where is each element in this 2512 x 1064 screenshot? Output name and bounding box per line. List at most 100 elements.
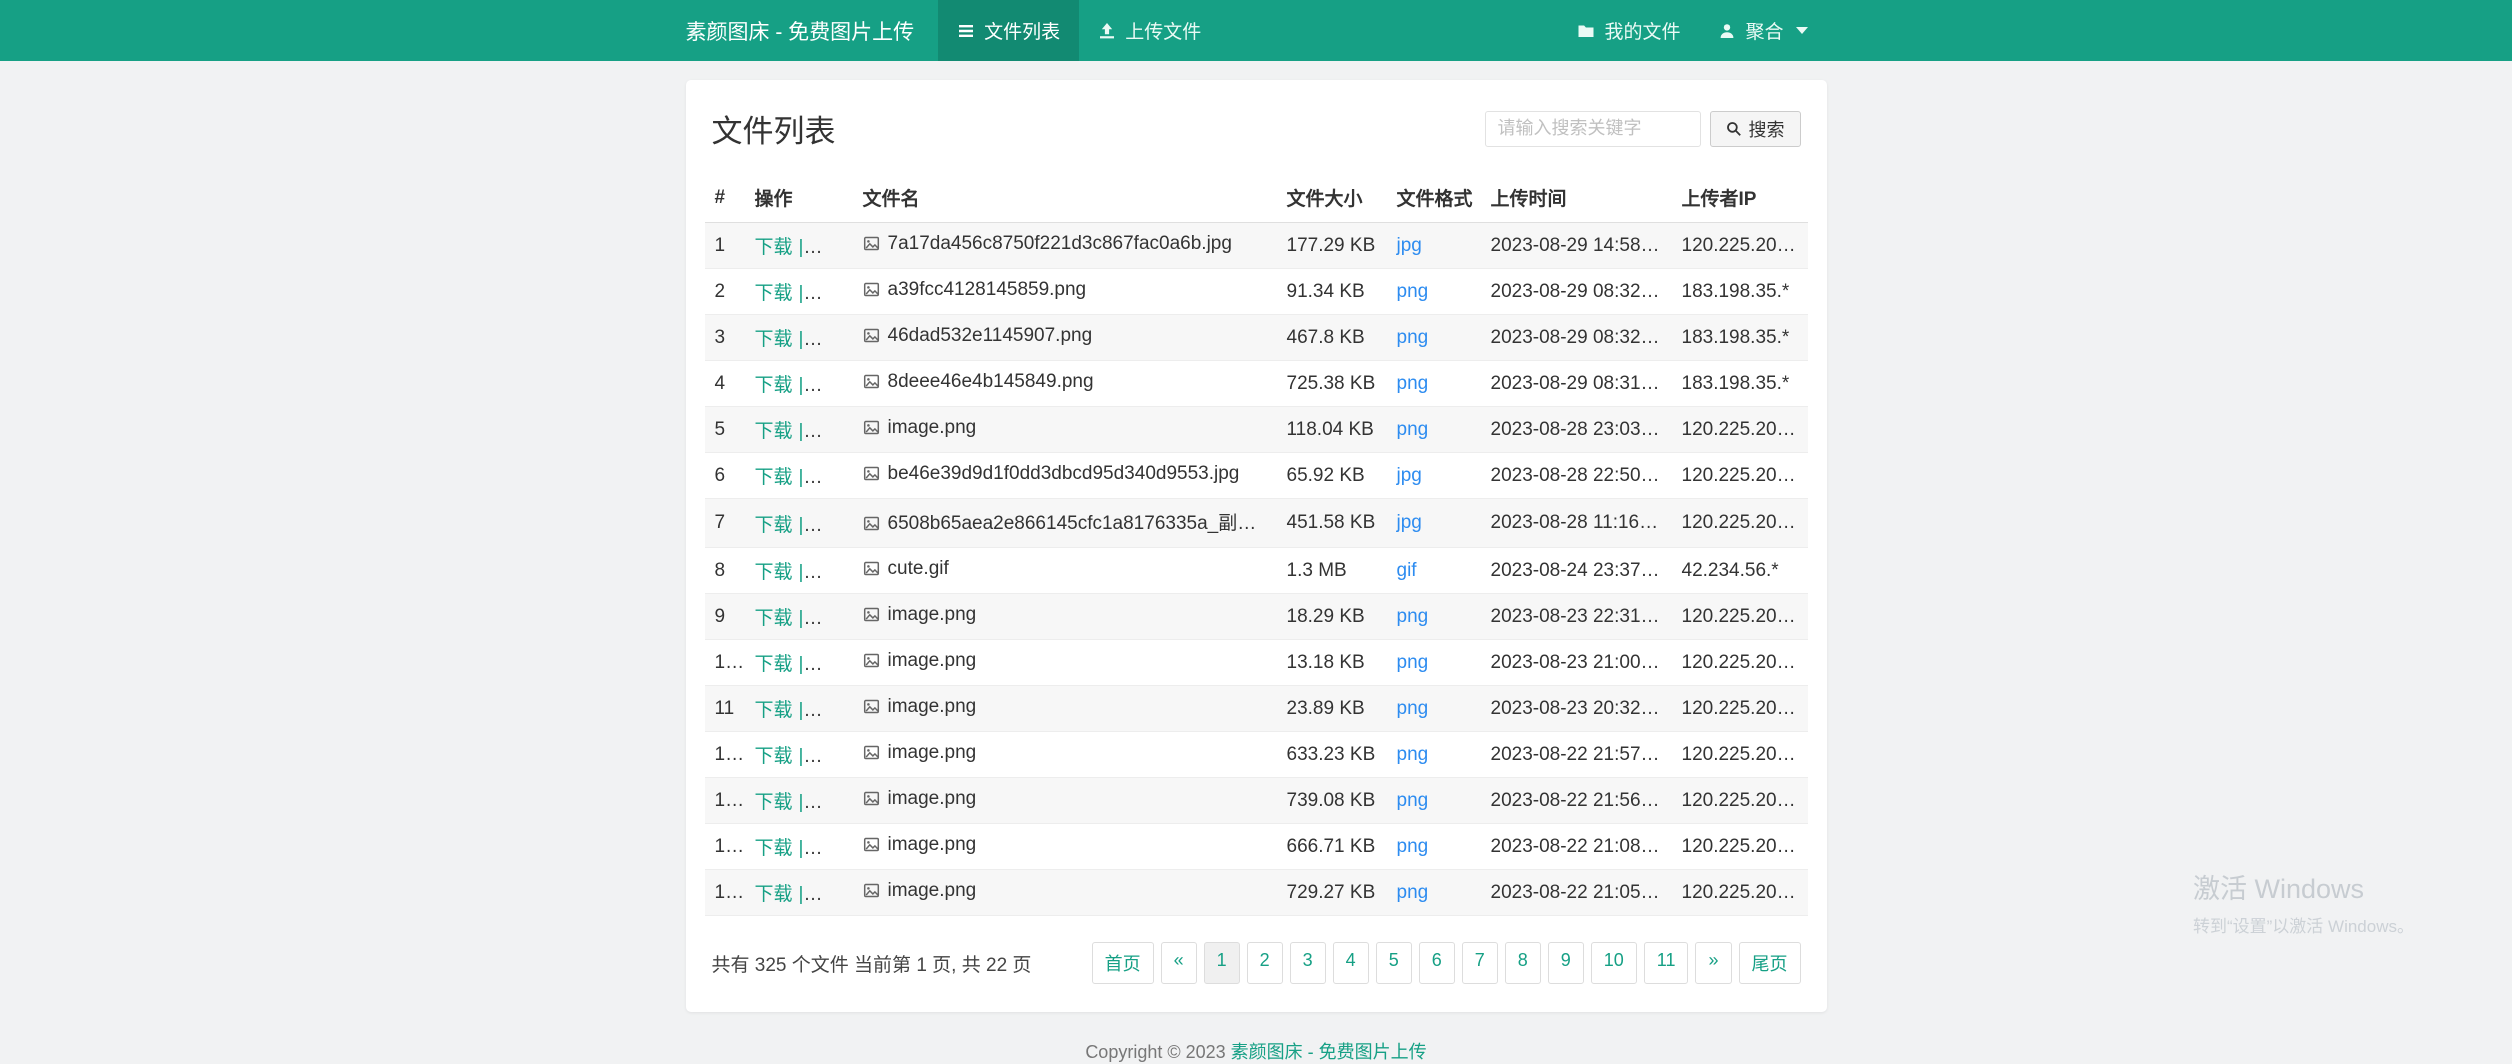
row-index: 14 <box>705 824 745 870</box>
file-format-link[interactable]: png <box>1397 281 1429 302</box>
upload-time: 2023-08-23 20:32:58 <box>1481 686 1672 732</box>
pagination-item[interactable]: 6 <box>1419 942 1455 984</box>
download-link[interactable]: 下载 <box>755 515 793 536</box>
file-format-link[interactable]: png <box>1397 419 1429 440</box>
pagination-item[interactable]: 1 <box>1204 942 1240 984</box>
file-format-link[interactable]: png <box>1397 836 1429 857</box>
brand[interactable]: 素颜图床 - 免费图片上传 <box>686 0 915 61</box>
uploader-ip: 120.225.201.* <box>1672 824 1808 870</box>
navbar: 素颜图床 - 免费图片上传 文件列表 上传文件 我的文件 <box>0 0 2512 61</box>
row-index: 2 <box>705 269 745 315</box>
download-link[interactable]: 下载 <box>755 654 793 675</box>
file-format-link[interactable]: png <box>1397 698 1429 719</box>
upload-time: 2023-08-29 08:32:39 <box>1481 315 1672 361</box>
file-size: 467.8 KB <box>1277 315 1387 361</box>
download-link[interactable]: 下载 <box>755 421 793 442</box>
table-row: 2 下载|查看 a39fcc4128145859.png 91.34 KB pn… <box>705 269 1808 315</box>
row-actions: 下载|查看 <box>745 686 853 732</box>
download-link[interactable]: 下载 <box>755 608 793 629</box>
uploader-ip: 183.198.35.* <box>1672 315 1808 361</box>
nav-item-aggregate-dropdown[interactable]: 聚合 <box>1699 0 1826 61</box>
col-header-filename: 文件名 <box>853 173 1277 223</box>
file-format-link[interactable]: png <box>1397 882 1429 903</box>
pagination-item[interactable]: 8 <box>1505 942 1541 984</box>
file-format-link[interactable]: png <box>1397 744 1429 765</box>
pagination-item[interactable]: 首页 <box>1092 942 1154 984</box>
file-format-link[interactable]: png <box>1397 790 1429 811</box>
download-link[interactable]: 下载 <box>755 700 793 721</box>
upload-time: 2023-08-22 21:05:18 <box>1481 870 1672 916</box>
nav-item-my-files[interactable]: 我的文件 <box>1558 0 1699 61</box>
file-format-link[interactable]: jpg <box>1397 512 1422 533</box>
pagination-item[interactable]: « <box>1161 942 1197 984</box>
row-format-cell: png <box>1387 686 1481 732</box>
search-input[interactable] <box>1485 111 1701 147</box>
image-file-icon <box>863 327 880 350</box>
download-link[interactable]: 下载 <box>755 375 793 396</box>
download-link[interactable]: 下载 <box>755 329 793 350</box>
upload-time: 2023-08-22 21:56:26 <box>1481 778 1672 824</box>
pagination-item[interactable]: 2 <box>1247 942 1283 984</box>
action-separator: | <box>799 515 804 536</box>
pagination-item[interactable]: 3 <box>1290 942 1326 984</box>
pagination-item[interactable]: 9 <box>1548 942 1584 984</box>
file-format-link[interactable]: png <box>1397 652 1429 673</box>
download-link[interactable]: 下载 <box>755 792 793 813</box>
image-file-icon <box>863 606 880 629</box>
uploader-ip: 120.225.201.* <box>1672 686 1808 732</box>
file-format-link[interactable]: png <box>1397 606 1429 627</box>
nav-item-label: 上传文件 <box>1125 17 1201 44</box>
pagination-item[interactable]: 11 <box>1644 942 1689 984</box>
nav-item-file-list[interactable]: 文件列表 <box>938 0 1079 61</box>
row-filename-cell: 6508b65aea2e866145cfc1a8176335a_副本.jpg <box>853 499 1277 548</box>
download-link[interactable]: 下载 <box>755 467 793 488</box>
pagination-item[interactable]: 7 <box>1462 942 1498 984</box>
file-name: image.png <box>888 696 977 717</box>
file-size: 118.04 KB <box>1277 407 1387 453</box>
download-link[interactable]: 下载 <box>755 562 793 583</box>
footer-site-link[interactable]: 素颜图床 - 免费图片上传 <box>1231 1042 1427 1062</box>
file-name: image.png <box>888 788 977 809</box>
nav-right: 我的文件 聚合 <box>1558 0 1826 61</box>
row-index: 6 <box>705 453 745 499</box>
upload-time: 2023-08-24 23:37:37 <box>1481 548 1672 594</box>
uploader-ip: 120.225.201.* <box>1672 594 1808 640</box>
nav-item-upload[interactable]: 上传文件 <box>1079 0 1220 61</box>
pagination-item[interactable]: 4 <box>1333 942 1369 984</box>
image-file-icon <box>863 373 880 396</box>
row-filename-cell: 8deee46e4b145849.png <box>853 361 1277 407</box>
pagination-item[interactable]: » <box>1695 942 1731 984</box>
search-button[interactable]: 搜索 <box>1710 111 1801 147</box>
file-size: 633.23 KB <box>1277 732 1387 778</box>
upload-time: 2023-08-28 11:16:32 <box>1481 499 1672 548</box>
file-format-link[interactable]: png <box>1397 327 1429 348</box>
file-size: 1.3 MB <box>1277 548 1387 594</box>
download-link[interactable]: 下载 <box>755 838 793 859</box>
file-format-link[interactable]: gif <box>1397 560 1417 581</box>
row-actions: 下载|查看 <box>745 732 853 778</box>
main-content: 文件列表 搜索 # 操作 文件名 <box>0 80 2512 1064</box>
download-link[interactable]: 下载 <box>755 237 793 258</box>
download-link[interactable]: 下载 <box>755 283 793 304</box>
image-file-icon <box>863 652 880 675</box>
pagination-item[interactable]: 尾页 <box>1739 942 1801 984</box>
row-index: 3 <box>705 315 745 361</box>
download-link[interactable]: 下载 <box>755 746 793 767</box>
row-index: 9 <box>705 594 745 640</box>
file-name: image.png <box>888 834 977 855</box>
file-name: a39fcc4128145859.png <box>888 279 1087 300</box>
nav-item-label: 聚合 <box>1745 17 1783 44</box>
file-size: 725.38 KB <box>1277 361 1387 407</box>
pagination-item[interactable]: 10 <box>1591 942 1637 984</box>
file-name: image.png <box>888 880 977 901</box>
row-actions: 下载|查看 <box>745 269 853 315</box>
file-format-link[interactable]: jpg <box>1397 235 1422 256</box>
action-separator: | <box>799 838 804 859</box>
pagination-item[interactable]: 5 <box>1376 942 1412 984</box>
table-row: 7 下载|查看 6508b65aea2e866145cfc1a8176335a_… <box>705 499 1808 548</box>
file-size: 177.29 KB <box>1277 223 1387 269</box>
file-format-link[interactable]: png <box>1397 373 1429 394</box>
row-format-cell: png <box>1387 732 1481 778</box>
download-link[interactable]: 下载 <box>755 884 793 905</box>
file-format-link[interactable]: jpg <box>1397 465 1422 486</box>
